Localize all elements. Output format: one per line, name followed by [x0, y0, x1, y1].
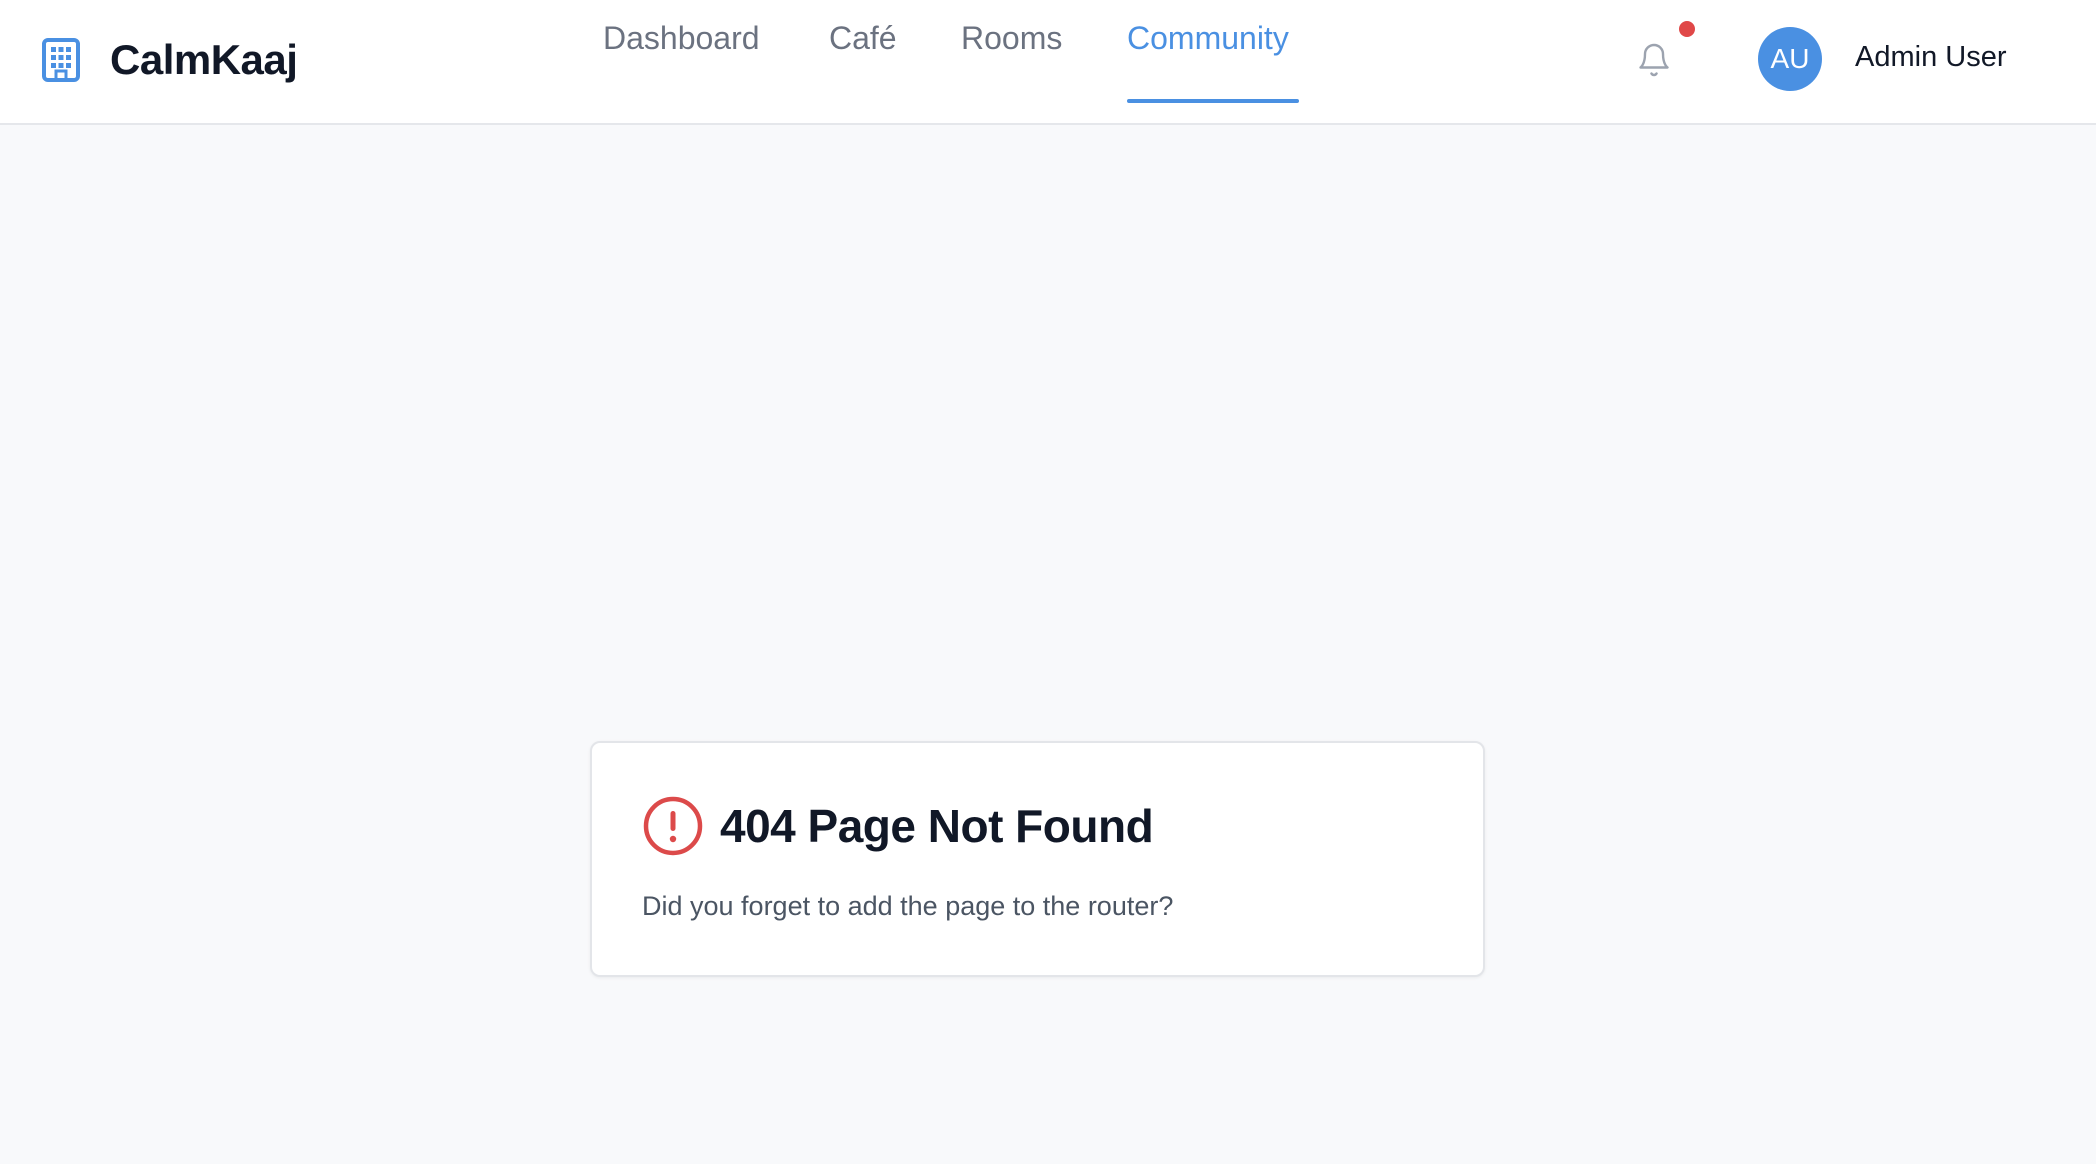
tab-community[interactable]: Community	[1127, 20, 1299, 103]
top-navbar: CalmKaaj Dashboard Café Rooms Community …	[0, 0, 2096, 125]
building-icon	[38, 36, 84, 84]
avatar[interactable]: AU	[1758, 27, 1822, 91]
error-title: 404 Page Not Found	[720, 800, 1154, 852]
notification-badge	[1679, 21, 1695, 37]
tab-cafe[interactable]: Café	[829, 20, 899, 103]
error-message: Did you forget to add the page to the ro…	[642, 891, 1174, 921]
tab-rooms[interactable]: Rooms	[961, 20, 1064, 103]
bell-icon[interactable]	[1636, 42, 1672, 78]
user-name[interactable]: Admin User	[1855, 41, 2007, 74]
brand[interactable]: CalmKaaj	[38, 34, 298, 86]
brand-name: CalmKaaj	[110, 36, 298, 83]
error-card: 404 Page Not Found Did you forget to add…	[590, 741, 1485, 977]
error-title-row: 404 Page Not Found	[642, 795, 1154, 857]
alert-circle-icon	[642, 795, 704, 857]
tab-dashboard[interactable]: Dashboard	[603, 20, 765, 103]
